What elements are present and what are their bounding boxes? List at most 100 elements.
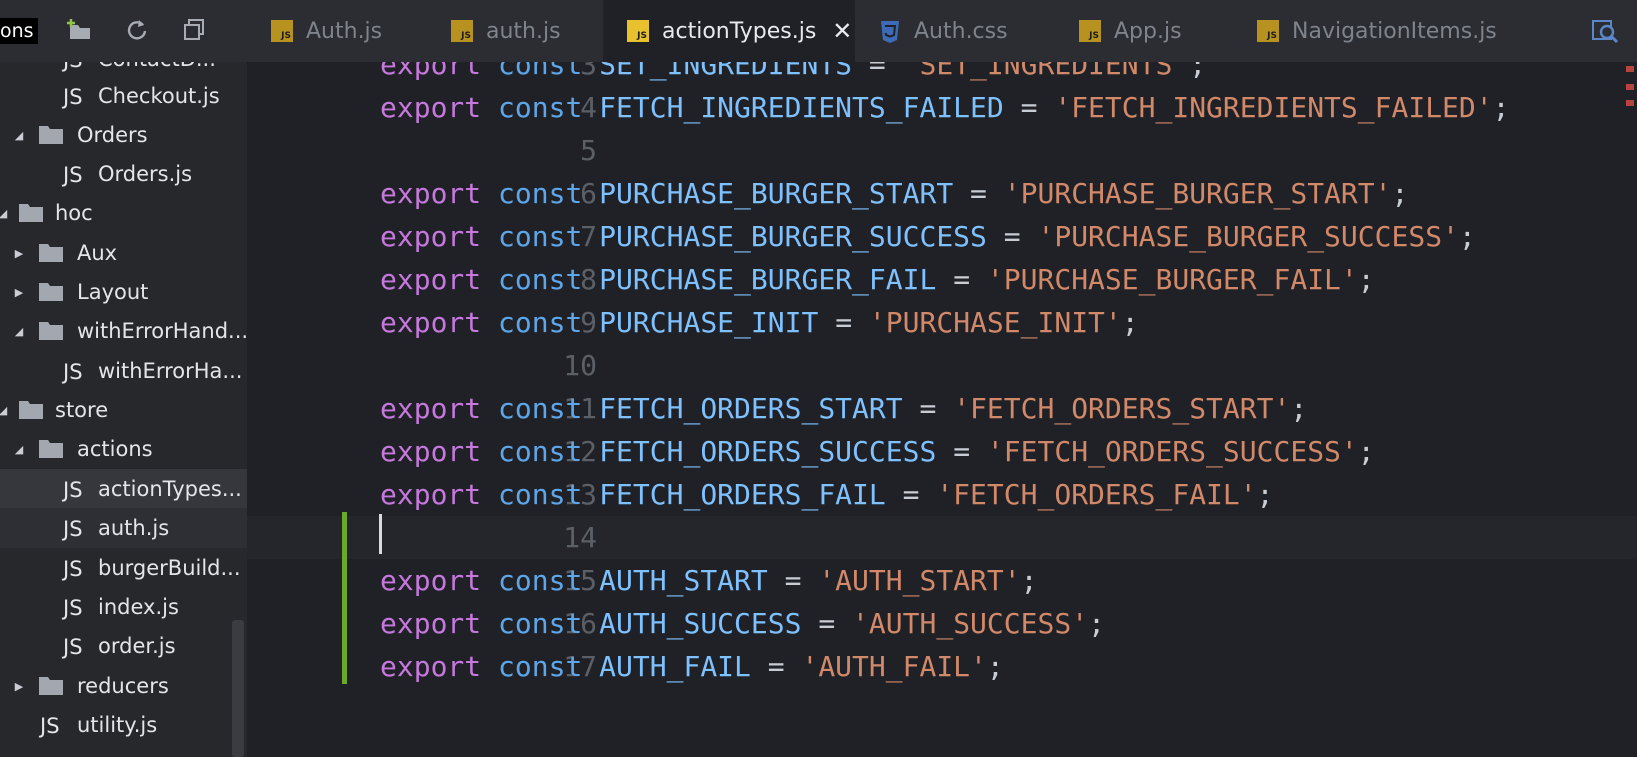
operator-token: = — [818, 607, 836, 640]
sidebar-file[interactable]: JS auth.js — [0, 508, 247, 548]
storage-token: const — [498, 478, 583, 511]
ruler-mark — [1626, 66, 1634, 72]
operator-token: = — [919, 392, 937, 425]
chevron-right-icon[interactable]: ▶ — [12, 247, 26, 260]
identifier-token: SET_INGREDIENTS — [599, 62, 853, 81]
string-token: 'AUTH_FAIL' — [801, 650, 987, 683]
sidebar-item-label: actions — [77, 437, 153, 461]
sidebar-file[interactable]: JS index.js — [0, 587, 247, 627]
collapse-all-icon[interactable] — [180, 16, 208, 44]
code-line: 7 export const PURCHASE_BURGER_SUCCESS = … — [247, 215, 1637, 258]
sidebar-folder[interactable]: ◢ hoc — [0, 193, 247, 233]
identifier-token: AUTH_FAIL — [599, 650, 751, 683]
tab-2[interactable]: JS actionTypes.js ✕ — [603, 0, 855, 62]
folder-icon — [38, 242, 64, 263]
tab-label: auth.js — [486, 18, 561, 44]
tab-label: App.js — [1114, 18, 1182, 44]
tab-label: Auth.js — [306, 18, 383, 44]
sidebar-file[interactable]: JS Orders.js — [0, 154, 247, 194]
keyword-token: export — [380, 91, 482, 124]
identifier-token: PURCHASE_INIT — [599, 306, 819, 339]
sidebar-folder[interactable]: ◢ store — [0, 390, 247, 430]
folder-icon — [38, 281, 64, 302]
overlay-label: ons — [0, 18, 38, 44]
js-file-icon: JS — [271, 20, 293, 42]
sidebar-folder[interactable]: ◢ actions — [0, 429, 247, 469]
sidebar-folder[interactable]: ▶ reducers — [0, 666, 247, 706]
sidebar-item-label: burgerBuild... — [98, 556, 241, 580]
chevron-right-icon[interactable]: ▶ — [12, 680, 26, 693]
sidebar-file[interactable]: JS burgerBuild... — [0, 548, 247, 588]
terminator-token: ; — [1458, 220, 1476, 253]
folder-icon — [38, 320, 64, 341]
sidebar-folder[interactable]: ▶ Aux — [0, 233, 247, 273]
sidebar-folder[interactable]: ◢ Orders — [0, 115, 247, 155]
refresh-icon[interactable] — [122, 16, 150, 44]
sidebar-item-label: Aux — [77, 241, 118, 265]
tab-0[interactable]: JS Auth.js — [247, 0, 427, 62]
terminator-token: ; — [1391, 177, 1409, 210]
js-file-icon: JS — [627, 20, 649, 42]
sidebar-file[interactable]: JS utility.js — [0, 705, 247, 745]
operator-token: = — [868, 62, 886, 81]
keyword-token: export — [380, 220, 482, 253]
js-file-icon: JS — [63, 596, 83, 620]
sidebar-folder[interactable]: ▶ Layout — [0, 272, 247, 312]
storage-token: const — [498, 91, 583, 124]
new-folder-icon[interactable] — [66, 16, 94, 44]
sidebar-file[interactable]: JS Checkout.js — [0, 76, 247, 116]
search-icon[interactable] — [1572, 0, 1637, 62]
sidebar-item-label: withErrorHa... — [98, 359, 243, 383]
keyword-token: export — [380, 435, 482, 468]
sidebar-scrollbar[interactable] — [232, 620, 244, 757]
js-file-icon: JS — [63, 163, 83, 187]
tab-1[interactable]: JS auth.js — [427, 0, 603, 62]
title-bar: ons JS Auth.js JS auth.js JS actionTypes.js ✕ A… — [0, 0, 1637, 62]
sidebar-folder[interactable]: ◢ withErrorHand... — [0, 311, 247, 351]
keyword-token: export — [380, 478, 482, 511]
storage-token: const — [498, 607, 583, 640]
string-token: 'FETCH_ORDERS_FAIL' — [936, 478, 1257, 511]
js-file-icon: JS — [63, 360, 83, 384]
ruler-mark — [1626, 100, 1634, 106]
sidebar-file[interactable]: JS withErrorHa... — [0, 351, 247, 391]
sidebar-file[interactable]: JS order.js — [0, 626, 247, 666]
folder-icon — [18, 399, 44, 420]
tab-3[interactable]: Auth.css — [855, 0, 1055, 62]
string-token: 'PURCHASE_BURGER_FAIL' — [986, 263, 1358, 296]
code-text: export const FETCH_ORDERS_SUCCESS = 'FET… — [380, 430, 1375, 473]
identifier-token: FETCH_ORDERS_START — [599, 392, 903, 425]
chevron-right-icon[interactable]: ▶ — [12, 286, 26, 299]
tab-5[interactable]: JS NavigationItems.js — [1233, 0, 1497, 62]
chevron-down-icon[interactable]: ◢ — [12, 325, 26, 338]
chevron-down-icon[interactable]: ◢ — [0, 207, 10, 220]
text-cursor — [379, 514, 382, 554]
terminator-token: ; — [1088, 607, 1105, 640]
close-icon[interactable]: ✕ — [832, 17, 852, 45]
code-text: export const AUTH_FAIL = 'AUTH_FAIL'; — [380, 645, 1004, 688]
sidebar-file[interactable]: JS actionTypes... — [0, 469, 247, 509]
overview-ruler[interactable] — [1621, 62, 1637, 122]
identifier-token: AUTH_START — [599, 564, 768, 597]
terminator-token: ; — [1492, 91, 1510, 124]
string-token: 'FETCH_ORDERS_SUCCESS' — [986, 435, 1358, 468]
storage-token: const — [498, 306, 583, 339]
chevron-down-icon[interactable]: ◢ — [12, 129, 26, 142]
code-editor[interactable]: 3 export const SET_INGREDIENTS = 'SET_ING… — [247, 62, 1637, 757]
line-number: 10 — [563, 349, 597, 382]
code-text: export const AUTH_START = 'AUTH_START'; — [380, 559, 1037, 602]
sidebar-item-label: withErrorHand... — [77, 319, 247, 343]
chevron-down-icon[interactable]: ◢ — [0, 404, 10, 417]
js-file-icon: JS — [40, 714, 60, 738]
js-file-icon: JS — [63, 557, 83, 581]
terminator-token: ; — [1189, 62, 1207, 81]
tab-4[interactable]: JS App.js — [1055, 0, 1233, 62]
folder-icon — [38, 675, 64, 696]
string-token: 'AUTH_SUCCESS' — [852, 607, 1089, 640]
storage-token: const — [498, 564, 583, 597]
code-text: export const FETCH_ORDERS_FAIL = 'FETCH_… — [380, 473, 1273, 516]
identifier-token: FETCH_INGREDIENTS_FAILED — [599, 91, 1004, 124]
chevron-down-icon[interactable]: ◢ — [12, 443, 26, 456]
js-file-icon: JS — [1257, 20, 1279, 42]
tab-label: actionTypes.js — [662, 18, 817, 44]
